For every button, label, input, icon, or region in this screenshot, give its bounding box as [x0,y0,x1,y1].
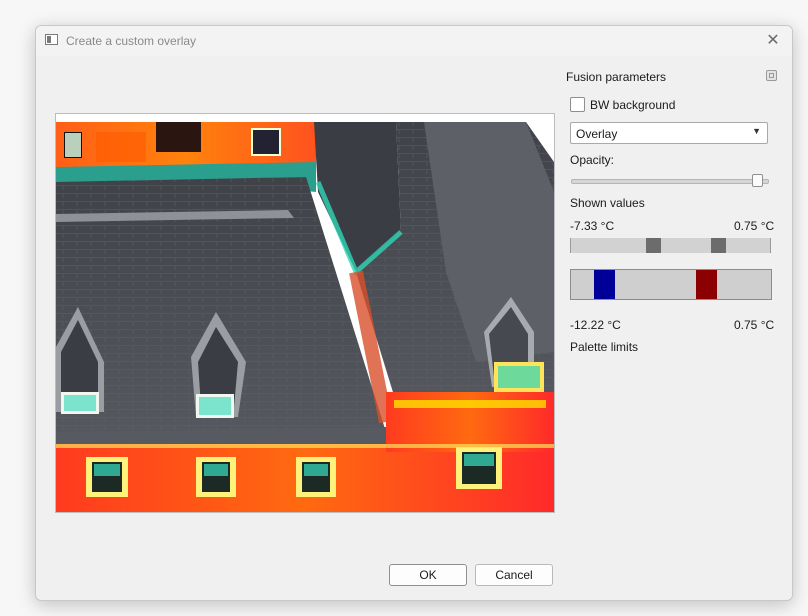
overlay-preview-image [55,113,555,513]
fusion-mode-value: Overlay [576,127,618,141]
shown-values-low-handle[interactable] [646,238,662,253]
close-icon[interactable]: ✕ [762,30,784,52]
shown-values-high-handle[interactable] [710,238,726,253]
custom-overlay-dialog: Create a custom overlay ✕ Fusion paramet… [35,25,793,601]
chevron-down-icon: ▼ [752,126,761,136]
opacity-slider-handle[interactable] [752,174,764,187]
thermal-overlay-picture [56,122,554,512]
palette-min-value: -12.22 °C [570,318,621,332]
undock-icon[interactable] [766,70,777,81]
shown-values-label: Shown values [570,196,645,210]
window-icon [45,34,58,45]
palette-limits-label: Palette limits [570,340,639,354]
ok-button[interactable]: OK [389,564,467,586]
shown-values-max: 0.75 °C [734,219,775,233]
bw-background-checkbox[interactable] [570,97,585,112]
window-title: Create a custom overlay [66,34,197,48]
shown-values-range-slider[interactable] [570,238,771,253]
palette-limits-slider[interactable] [570,269,772,300]
bw-background-label[interactable]: BW background [590,98,675,112]
palette-max-value: 0.75 °C [734,318,775,332]
palette-high-handle[interactable] [696,270,718,299]
title-bar: Create a custom overlay ✕ [36,26,792,56]
opacity-label: Opacity: [570,153,615,167]
palette-low-handle[interactable] [594,270,616,299]
panel-title: Fusion parameters [566,70,667,84]
fusion-mode-select[interactable]: Overlay ▼ [570,122,768,144]
opacity-slider-track[interactable] [571,179,769,184]
shown-values-min: -7.33 °C [570,219,615,233]
cancel-button[interactable]: Cancel [475,564,553,586]
